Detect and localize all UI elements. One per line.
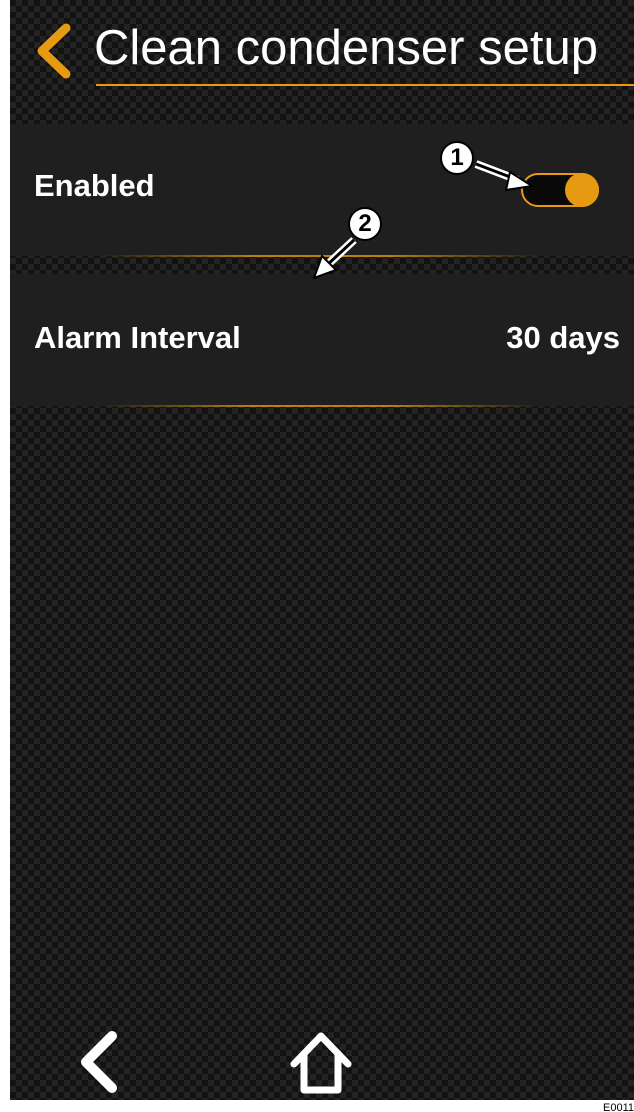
setting-label-alarm-interval: Alarm Interval: [34, 320, 241, 355]
device-screen: Clean condenser setup Enabled Alarm Inte…: [10, 0, 634, 1100]
page-title: Clean condenser setup: [94, 21, 598, 75]
setting-row-enabled: Enabled: [10, 124, 634, 257]
callout-number-2: 2: [348, 207, 382, 241]
footer-home-button[interactable]: [288, 1028, 354, 1098]
chevron-left-icon: [81, 1031, 117, 1093]
row-divider: [100, 255, 540, 257]
chevron-left-icon: [37, 23, 71, 79]
figure-code: E0011: [603, 1102, 634, 1112]
setting-value-alarm-interval: 30 days: [506, 320, 620, 355]
footer-back-button[interactable]: [74, 1030, 124, 1094]
row-divider: [100, 405, 540, 407]
home-icon: [290, 1032, 352, 1094]
title-underline: [96, 84, 634, 86]
toggle-knob: [565, 173, 599, 207]
setting-label-enabled: Enabled: [34, 168, 155, 203]
setting-row-alarm-interval[interactable]: Alarm Interval 30 days: [10, 274, 634, 407]
enabled-toggle[interactable]: [521, 173, 599, 207]
header: Clean condenser setup: [10, 0, 634, 100]
callout-number-1: 1: [440, 141, 474, 175]
header-back-button[interactable]: [30, 22, 76, 80]
